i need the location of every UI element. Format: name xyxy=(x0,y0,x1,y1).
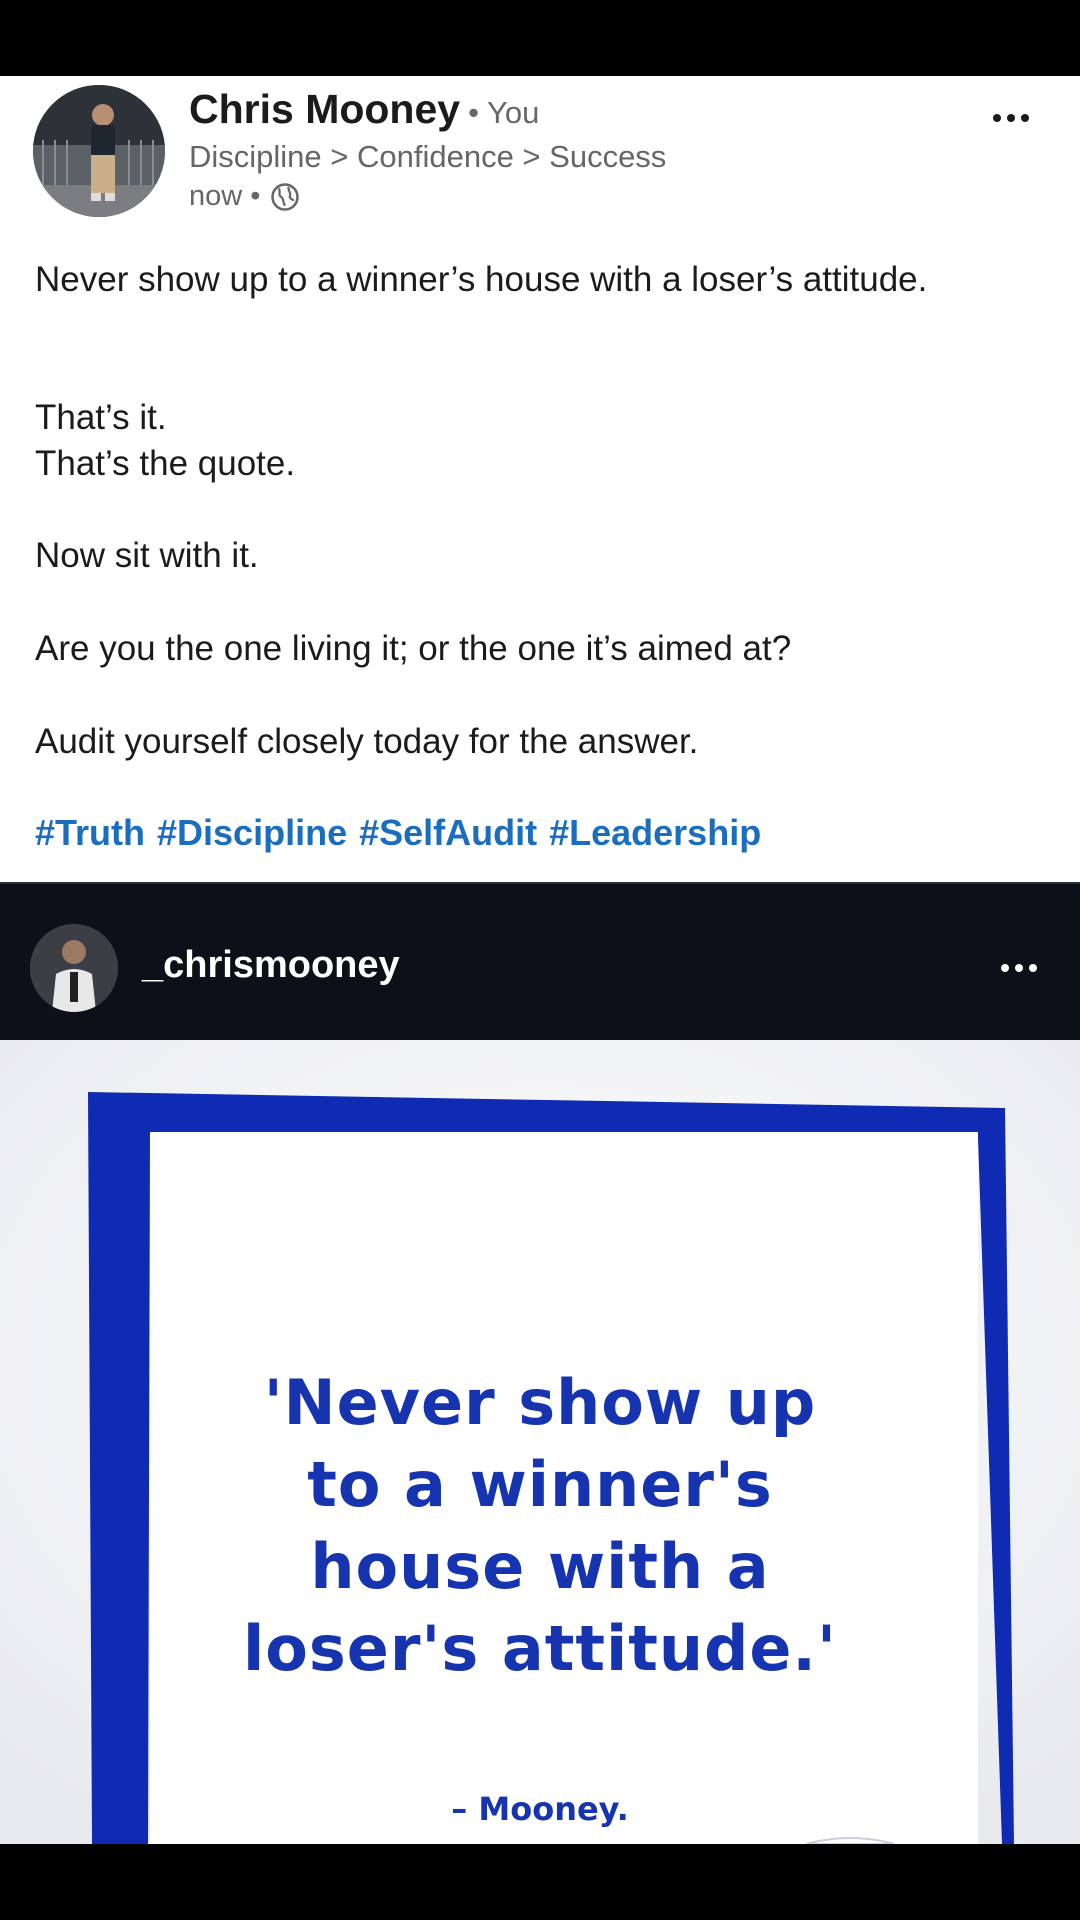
bottom-bar xyxy=(0,1844,1080,1920)
quote-line: loser's attitude.' xyxy=(243,1612,837,1685)
instagram-username[interactable]: _chrismooney xyxy=(142,944,400,987)
globe-icon xyxy=(271,182,300,211)
post-text-line: Are you the one living it; or the one it… xyxy=(35,629,792,668)
post-text-line: Never show up to a winner’s house with a… xyxy=(35,260,928,299)
quote-line: to a winner's xyxy=(307,1448,773,1521)
post-text-line: That’s the quote. xyxy=(35,444,296,483)
hashtag-link[interactable]: #Discipline xyxy=(157,812,347,854)
author-headline: Discipline > Confidence > Success xyxy=(189,139,667,174)
quote-line: 'Never show up xyxy=(263,1366,817,1439)
more-options-icon[interactable] xyxy=(986,98,1036,138)
hashtag-link[interactable]: #SelfAudit xyxy=(359,812,537,854)
author-name[interactable]: Chris Mooney • You xyxy=(189,86,539,133)
instagram-embed-header: _chrismooney xyxy=(0,882,1080,1042)
hashtag-list: #Truth #Discipline #SelfAudit #Leadershi… xyxy=(35,812,761,854)
hashtag-link[interactable]: #Truth xyxy=(35,812,145,854)
post-meta: now • xyxy=(189,180,300,213)
instagram-avatar[interactable] xyxy=(30,924,118,1012)
more-options-icon[interactable] xyxy=(994,948,1044,988)
post-text-line: Audit yourself closely today for the ans… xyxy=(35,722,699,761)
hashtag-link[interactable]: #Leadership xyxy=(549,812,761,854)
quote-text: 'Never show up to a winner's house with … xyxy=(0,1362,1080,1690)
post-time: now • xyxy=(189,180,261,212)
quote-author: – Mooney. xyxy=(451,1790,629,1828)
quote-line: house with a xyxy=(310,1530,770,1603)
author-avatar[interactable] xyxy=(33,85,165,217)
quote-image: 'Never show up to a winner's house with … xyxy=(0,1040,1080,1844)
status-bar xyxy=(0,0,1080,76)
author-you-label: • You xyxy=(468,95,540,130)
post-text-line: Now sit with it. xyxy=(35,536,259,575)
post-text-line: That’s it. xyxy=(35,398,167,437)
linkedin-post: Chris Mooney • You Discipline > Confidenc… xyxy=(0,76,1080,882)
